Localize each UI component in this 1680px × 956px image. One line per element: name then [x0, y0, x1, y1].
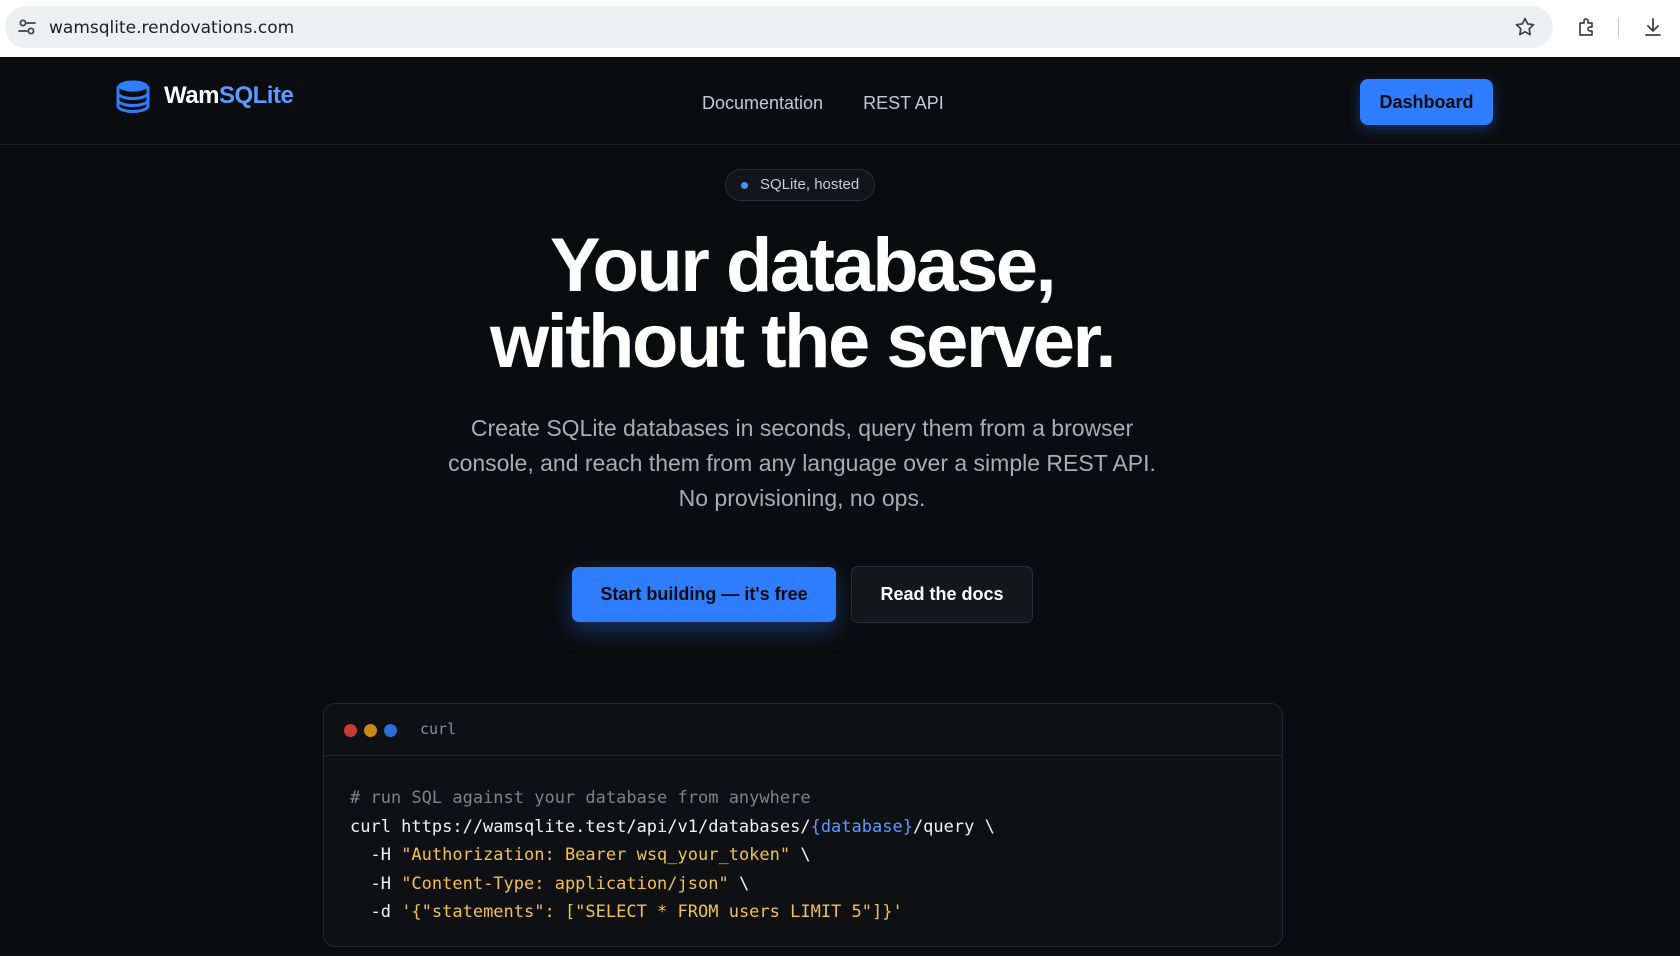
bookmark-star-icon[interactable]: [1513, 15, 1537, 39]
download-icon[interactable]: [1641, 15, 1665, 39]
site-navbar: WamSQLite Documentation REST API Dashboa…: [0, 57, 1680, 145]
hero-subhead: Create SQLite databases in seconds, quer…: [448, 415, 1156, 511]
code-flag: -H: [350, 845, 402, 865]
badge-dot-icon: [741, 182, 748, 189]
code-comment: # run SQL against your database from any…: [350, 788, 811, 808]
code-query-path: /query \: [912, 816, 995, 837]
code-content-type-header: "Content-Type: application/json": [401, 873, 729, 894]
headline-line-1: Your database,: [549, 223, 1057, 308]
nav-link-documentation[interactable]: Documentation: [702, 93, 823, 114]
code-line-1: curl https://wamsqlite.test/api/v1/datab…: [350, 813, 1256, 842]
database-logo-icon: [116, 80, 150, 113]
window-dot-red-icon: [344, 724, 357, 737]
badge-label: SQLite, hosted: [760, 176, 860, 193]
code-flag: -H: [350, 873, 402, 894]
code-line-2: -H "Authorization: Bearer wsq_your_token…: [350, 841, 1256, 870]
headline-line-2: without the server.: [490, 299, 1117, 384]
hero-badge: SQLite, hosted: [725, 169, 876, 201]
code-tab-label: curl: [420, 720, 457, 738]
code-database-param: {database}: [810, 816, 913, 837]
code-line-3: -H "Content-Type: application/json" \: [350, 870, 1256, 899]
code-continuation: \: [790, 845, 811, 865]
url-text[interactable]: wamsqlite.rendovations.com: [49, 18, 294, 38]
code-line-4: -d '{"statements": ["SELECT * FROM users…: [350, 898, 1256, 927]
browser-toolbar: wamsqlite.rendovations.com: [0, 0, 1680, 57]
brand-name: WamSQLite: [164, 82, 294, 110]
code-sample-window: curl # run SQL against your database fro…: [323, 703, 1283, 947]
brand-link[interactable]: WamSQLite: [116, 79, 294, 113]
read-docs-button[interactable]: Read the docs: [851, 566, 1033, 623]
code-block: # run SQL against your database from any…: [324, 756, 1282, 927]
code-curl-url: curl https://wamsqlite.test/api/v1/datab…: [350, 816, 811, 837]
code-auth-header: "Authorization: Bearer wsq_your_token": [401, 845, 791, 865]
code-continuation: \: [728, 873, 750, 894]
code-window-header: curl: [324, 704, 1282, 756]
site-settings-icon[interactable]: [15, 15, 39, 39]
window-dot-blue-icon: [384, 724, 397, 737]
nav-link-rest-api[interactable]: REST API: [863, 93, 944, 114]
nav-links: Documentation REST API: [702, 93, 944, 114]
extensions-icon[interactable]: [1575, 15, 1599, 39]
brand-name-wam: Wam: [164, 82, 219, 109]
hero-headline: Your database, without the server.: [0, 228, 1604, 380]
start-building-button[interactable]: Start building — it's free: [572, 567, 836, 622]
window-dot-yellow-icon: [364, 724, 377, 737]
code-flag: -d: [350, 902, 402, 922]
toolbar-separator: [1618, 17, 1619, 37]
address-bar[interactable]: wamsqlite.rendovations.com: [5, 6, 1553, 48]
brand-name-sqlite: SQLite: [218, 82, 294, 109]
code-request-body: '{"statements": ["SELECT * FROM users LI…: [401, 902, 903, 922]
dashboard-button[interactable]: Dashboard: [1360, 79, 1493, 125]
